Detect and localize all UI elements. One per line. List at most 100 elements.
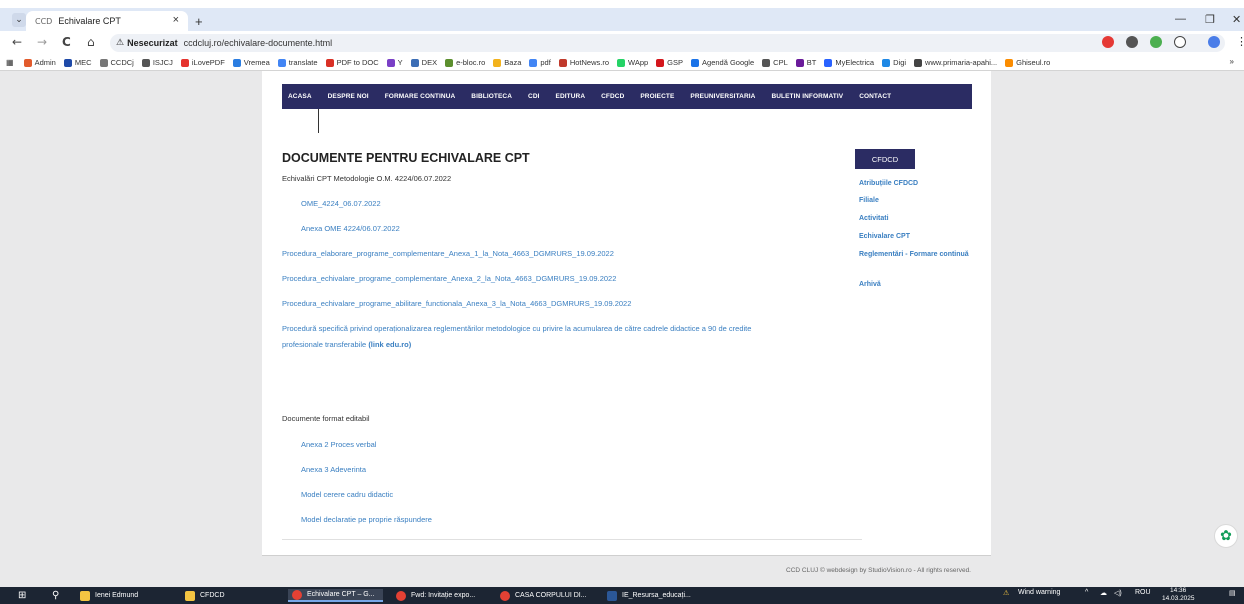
green-extension-icon[interactable]	[1150, 36, 1162, 48]
bookmark-label: ISJCJ	[152, 58, 173, 67]
browser-menu-icon[interactable]: ⋮	[1236, 35, 1244, 48]
taskbar-item-chrome-casa[interactable]: CASA CORPULUI DI...	[496, 589, 596, 602]
bookmark-item[interactable]: Vremea	[232, 58, 270, 67]
extension-icon[interactable]	[1126, 36, 1138, 48]
taskbar-item-folder-cfdcd[interactable]: CFDCD	[185, 589, 280, 602]
sidebar-link-reglementari[interactable]: Reglementări - Formare continuă	[859, 249, 969, 260]
bookmark-item[interactable]: e-bloc.ro	[445, 58, 485, 67]
reload-button[interactable]: C	[62, 36, 71, 49]
taskbar-item-folder-ienei[interactable]: Ienei Edmund	[80, 589, 180, 602]
home-button[interactable]: ⌂	[87, 36, 95, 49]
page-title: DOCUMENTE PENTRU ECHIVALARE CPT	[282, 151, 530, 165]
link-edu-ro[interactable]: (link edu.ro)	[368, 340, 411, 349]
tab-close-icon[interactable]: ×	[173, 14, 179, 26]
link-model-declaratie[interactable]: Model declaratie pe proprie răspundere	[301, 515, 432, 524]
taskbar-item-word[interactable]: IE_Resursa_educați...	[603, 589, 708, 602]
bookmark-item[interactable]: Y	[386, 58, 403, 67]
nav-item-buletin-informativ[interactable]: BULETIN INFORMATIV	[771, 93, 843, 100]
bookmark-item[interactable]: MyElectrica	[824, 58, 874, 67]
bookmark-list: Admin MEC CCDCj ISJCJ iLovePDF Vremea translat…	[23, 58, 1059, 67]
url-text[interactable]: ccdcluj.ro/echivalare-documente.html	[184, 38, 333, 48]
sidebar-link-atributii[interactable]: Atribuțiile CFDCD	[859, 178, 969, 189]
minimize-button[interactable]: —	[1175, 13, 1186, 25]
taskbar-label: Echivalare CPT – G...	[307, 591, 375, 598]
taskbar-item-chrome-fwd[interactable]: Fwd: Invitație expo...	[392, 589, 490, 602]
notifications-icon[interactable]: ▤	[1229, 589, 1236, 597]
profile-avatar[interactable]	[1208, 36, 1220, 48]
bookmark-item[interactable]: WApp	[617, 58, 648, 67]
bookmark-item[interactable]: Agendă Google	[691, 58, 754, 67]
link-anexa-3-adeverinta[interactable]: Anexa 3 Adeverinta	[301, 465, 366, 474]
search-icon[interactable]: ⚲	[52, 589, 59, 602]
link-procedura-echivalare-complementare[interactable]: Procedura_echivalare_programe_complement…	[282, 274, 616, 283]
language-indicator[interactable]: ROU	[1135, 589, 1151, 596]
sidebar-link-activitati[interactable]: Activitati	[859, 213, 969, 224]
bookmark-item[interactable]: CPL	[762, 58, 788, 67]
security-label[interactable]: Nesecurizat	[127, 38, 178, 48]
tab-echivalare[interactable]: CCD Echivalare CPT ×	[26, 11, 188, 31]
bookmark-item[interactable]: PDF to DOC	[325, 58, 379, 67]
opera-extension-icon[interactable]	[1102, 36, 1114, 48]
nav-item-formare-continua[interactable]: FORMARE CONTINUA	[385, 93, 456, 100]
bookmark-favicon-icon	[882, 58, 891, 67]
weather-text[interactable]: Wind warning	[1018, 589, 1060, 596]
bookmark-item[interactable]: MEC	[63, 58, 92, 67]
bookmark-item[interactable]: Admin	[23, 58, 56, 67]
extensions-puzzle-icon[interactable]	[1174, 36, 1186, 48]
bookmark-item[interactable]: CCDCj	[99, 58, 134, 67]
link-procedura-specifica[interactable]: Procedură specifică privind operaționali…	[282, 324, 751, 333]
address-bar[interactable]: ⚠ Nesecurizat ccdcluj.ro/echivalare-docu…	[110, 34, 1225, 52]
bookmark-item[interactable]: iLovePDF	[180, 58, 225, 67]
bookmark-item[interactable]: pdf	[529, 58, 551, 67]
start-button[interactable]: ⊞	[18, 589, 26, 602]
tab-search-button[interactable]: ⌄	[12, 12, 26, 27]
link-ome-4224[interactable]: OME_4224_06.07.2022	[301, 199, 381, 208]
taskbar-item-chrome-echivalare[interactable]: Echivalare CPT – G...	[288, 589, 383, 602]
sidebar-link-filiale[interactable]: Filiale	[859, 195, 969, 206]
new-tab-button[interactable]: +	[195, 15, 203, 28]
bookmark-label: PDF to DOC	[336, 58, 379, 67]
clock-date[interactable]: 14.03.2025	[1162, 595, 1195, 602]
forward-button[interactable]: →	[37, 36, 47, 49]
weather-warning-icon[interactable]: ⚠	[1003, 589, 1009, 597]
link-procedura-abilitare[interactable]: Procedura_echivalare_programe_abilitare_…	[282, 299, 631, 308]
bookmark-item[interactable]: HotNews.ro	[558, 58, 609, 67]
bookmark-label: e-bloc.ro	[456, 58, 486, 67]
close-window-button[interactable]: ✕	[1232, 13, 1241, 26]
chatgpt-assistant-icon[interactable]: ✿	[1214, 524, 1238, 548]
nav-item-proiecte[interactable]: PROIECTE	[640, 93, 674, 100]
maximize-button[interactable]: ❐	[1205, 13, 1215, 26]
nav-item-acasa[interactable]: ACASA	[288, 93, 312, 100]
nav-item-cfdcd[interactable]: CFDCD	[601, 93, 624, 100]
bookmark-item[interactable]: GSP	[656, 58, 683, 67]
nav-item-editura[interactable]: EDITURA	[556, 93, 586, 100]
apps-grid-icon[interactable]: ▦	[6, 58, 14, 67]
bookmark-item[interactable]: Baza	[493, 58, 521, 67]
bookmark-item[interactable]: translate	[277, 58, 318, 67]
procedura-line2[interactable]: profesionale transferabile	[282, 340, 366, 349]
tray-chevron-icon[interactable]: ^	[1085, 589, 1088, 596]
nav-item-contact[interactable]: CONTACT	[859, 93, 891, 100]
bookmark-item[interactable]: Digi	[882, 58, 906, 67]
nav-item-preuniversitaria[interactable]: PREUNIVERSITARIA	[690, 93, 755, 100]
volume-icon[interactable]: ◁)	[1114, 589, 1122, 597]
bookmark-item[interactable]: BT	[795, 58, 816, 67]
bookmark-item[interactable]: DEX	[410, 58, 437, 67]
link-anexa-ome[interactable]: Anexa OME 4224/06.07.2022	[301, 224, 400, 233]
link-model-cerere[interactable]: Model cerere cadru didactic	[301, 490, 393, 499]
link-procedura-elaborare[interactable]: Procedura_elaborare_programe_complementa…	[282, 249, 614, 258]
link-anexa-2-proces-verbal[interactable]: Anexa 2 Proces verbal	[301, 440, 376, 449]
sidebar-cfdcd-box[interactable]: CFDCD	[855, 149, 915, 169]
sidebar-link-echivalare[interactable]: Echivalare CPT	[859, 231, 969, 242]
sidebar-link-arhiva[interactable]: Arhivă	[859, 279, 969, 290]
bookmarks-overflow-button[interactable]: »	[1230, 57, 1234, 66]
bookmark-item[interactable]: Ghiseul.ro	[1005, 58, 1050, 67]
nav-item-cdi[interactable]: CDI	[528, 93, 540, 100]
network-icon[interactable]: ☁	[1100, 589, 1107, 597]
nav-item-despre-noi[interactable]: DESPRE NOI	[328, 93, 369, 100]
bookmark-item[interactable]: ISJCJ	[141, 58, 173, 67]
bookmark-item[interactable]: www.primaria-apahi...	[914, 58, 997, 67]
back-button[interactable]: ←	[12, 36, 22, 49]
clock-time[interactable]: 14:36	[1170, 587, 1186, 594]
nav-item-biblioteca[interactable]: BIBLIOTECA	[471, 93, 512, 100]
